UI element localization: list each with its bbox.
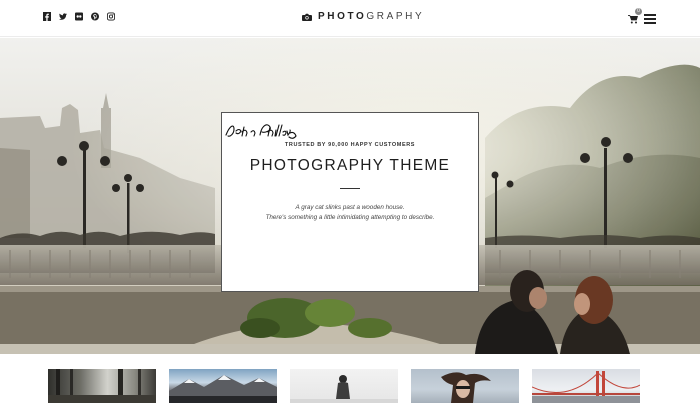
hero-description-line-1: A gray cat slinks past a wooden house. xyxy=(295,204,405,211)
hero-banner: TRUSTED BY 90,000 HAPPY CUSTOMERS PHOTOG… xyxy=(0,38,700,354)
woman-portrait-image xyxy=(441,372,491,403)
golden-gate-image xyxy=(532,371,640,403)
site-logo[interactable]: PHOTOGRAPHY xyxy=(302,11,424,22)
menu-line xyxy=(644,14,656,16)
cart-button[interactable]: 0 xyxy=(628,8,642,24)
thumbnail-forest[interactable] xyxy=(48,369,156,403)
hero-subtitle: TRUSTED BY 90,000 HAPPY CUSTOMERS xyxy=(284,142,416,148)
thumbnail-mountains[interactable] xyxy=(169,369,277,403)
hero-description-line-2: There's something a little intimidating … xyxy=(265,214,435,221)
thumbnail-golden-gate-bridge[interactable] xyxy=(532,369,640,403)
hero-title: PHOTOGRAPHY THEME xyxy=(249,157,451,174)
cart-icon xyxy=(628,15,638,24)
thumbnail-woman-windblown-hair[interactable] xyxy=(411,369,519,403)
cart-count-badge: 0 xyxy=(635,8,642,15)
pinterest-icon[interactable] xyxy=(91,12,99,21)
logo-text-light: GRAPHY xyxy=(366,11,425,22)
hero-card: TRUSTED BY 90,000 HAPPY CUSTOMERS PHOTOG… xyxy=(221,112,479,292)
person-in-snow-image xyxy=(290,375,398,403)
site-header: PHOTOGRAPHY 0 xyxy=(0,0,700,37)
thumbnail-person-in-snow[interactable] xyxy=(290,369,398,403)
menu-line xyxy=(644,18,656,20)
facebook-icon[interactable] xyxy=(43,12,51,21)
hamburger-menu-button[interactable] xyxy=(644,14,656,24)
social-links xyxy=(43,12,115,21)
menu-line xyxy=(644,22,656,24)
flickr-icon[interactable] xyxy=(75,12,83,21)
twitter-icon[interactable] xyxy=(59,12,67,21)
instagram-icon[interactable] xyxy=(107,12,115,21)
thumbnail-gallery xyxy=(0,354,700,403)
mountains-image xyxy=(169,375,277,403)
logo-text-bold: PHOTO xyxy=(318,11,367,22)
forest-image xyxy=(48,369,156,403)
title-divider xyxy=(340,188,360,189)
signature-icon xyxy=(225,124,297,139)
camera-icon xyxy=(302,13,312,21)
